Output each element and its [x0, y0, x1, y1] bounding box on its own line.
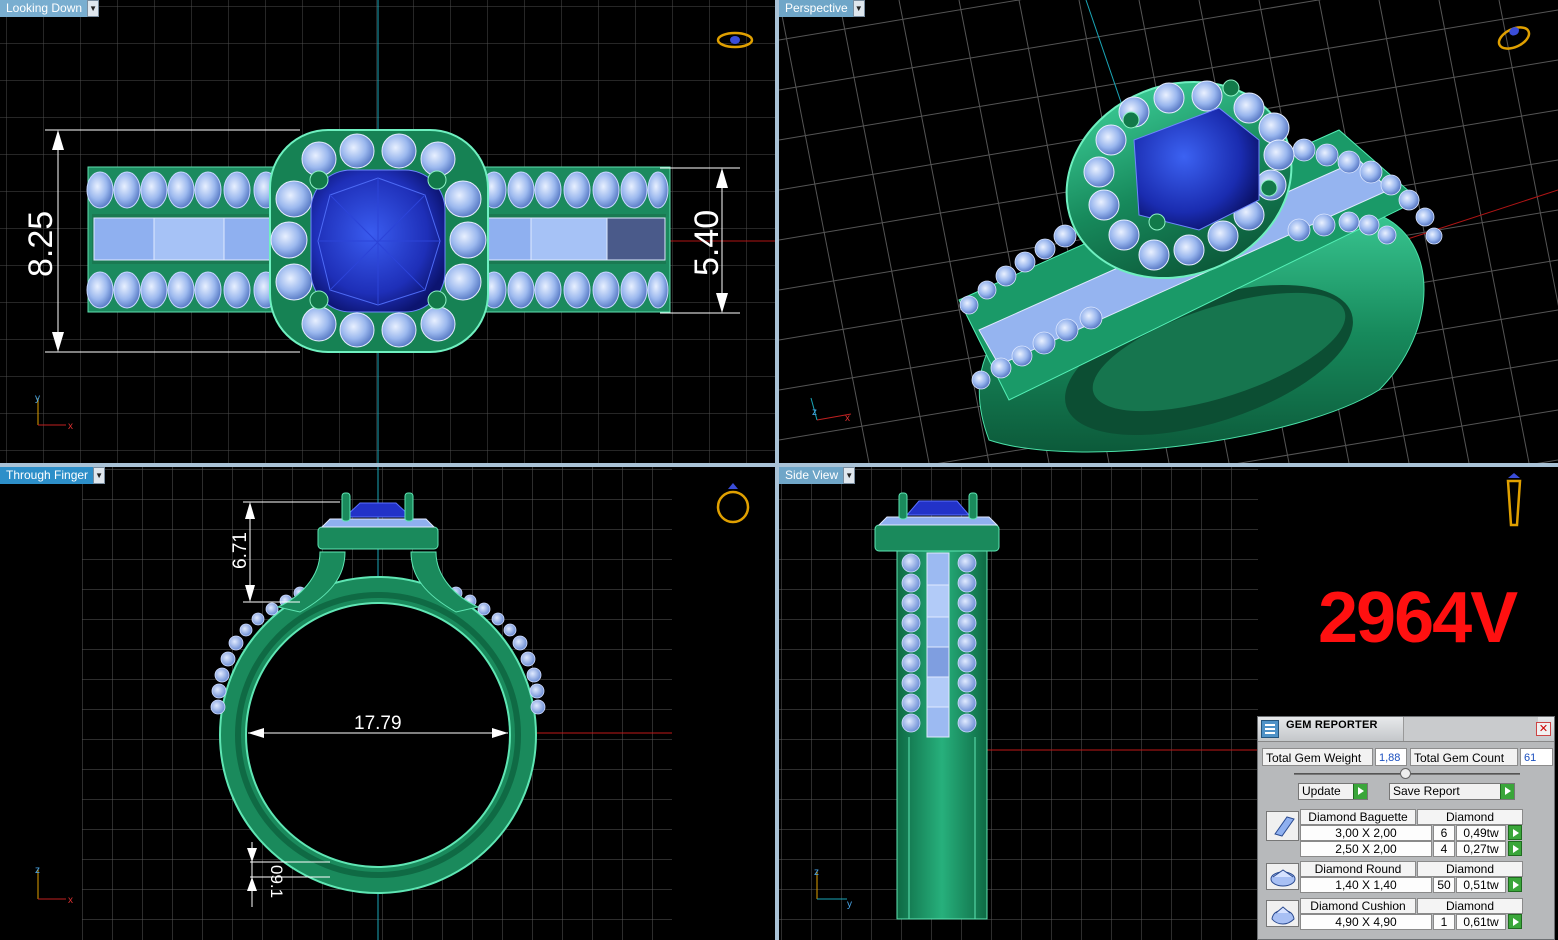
axis-y-label: y	[847, 899, 852, 910]
gem-weight-cell: 0,27tw	[1456, 841, 1506, 857]
play-arrow-icon[interactable]	[1508, 825, 1522, 840]
totals-row: Total Gem Weight 1,88 Total Gem Count 61	[1262, 748, 1554, 766]
gem-list: Diamond Baguette Diamond 3,00 X 2,00 6 0…	[1264, 807, 1552, 934]
axis-z-label: z	[812, 407, 817, 418]
chevron-down-icon[interactable]: ▼	[843, 467, 856, 484]
gem-count-cell: 1	[1433, 914, 1455, 930]
play-arrow-icon	[1500, 784, 1514, 799]
gem-count-cell: 4	[1433, 841, 1455, 857]
play-arrow-icon[interactable]	[1508, 914, 1522, 929]
play-arrow-icon[interactable]	[1508, 841, 1522, 856]
viewport-label: Through Finger	[0, 467, 94, 484]
axis-z-label: z	[35, 865, 40, 876]
viewport-view-selector[interactable]: Through Finger ▼	[0, 467, 106, 484]
axis-x-label: x	[68, 895, 73, 906]
play-arrow-icon	[1353, 784, 1367, 799]
ring-orientation-icon	[1506, 473, 1522, 527]
viewport-label: Side View	[779, 467, 844, 484]
gem-size-cell: 4,90 X 4,90	[1300, 914, 1432, 930]
baguette-gem-icon	[1266, 811, 1299, 841]
gem-count-cell: 50	[1433, 877, 1455, 893]
axis-x-label: x	[845, 413, 850, 424]
viewport-perspective[interactable]: Perspective ▼ z x	[779, 0, 1558, 463]
gem-reporter-title: GEM REPORTER	[1286, 719, 1378, 731]
total-gem-weight-value: 1,88	[1375, 748, 1407, 766]
viewport-view-selector[interactable]: Looking Down ▼	[0, 0, 100, 17]
viewport-label: Looking Down	[0, 0, 88, 17]
ring-orientation-icon	[1497, 26, 1531, 50]
viewport-through-finger[interactable]: Through Finger ▼ 6.71 17.79 09.1 z x	[0, 467, 775, 940]
gem-count-cell: 6	[1433, 825, 1455, 841]
gem-type-label: Diamond Baguette	[1300, 809, 1416, 825]
gem-group-round[interactable]: Diamond Round Diamond 1,40 X 1,40 50 0,5…	[1264, 860, 1552, 896]
chevron-down-icon[interactable]: ▼	[87, 0, 100, 17]
gem-size-cell: 2,50 X 2,00	[1300, 841, 1432, 857]
dimension-height-label: 6.71	[230, 532, 251, 569]
close-icon[interactable]: ✕	[1536, 722, 1551, 736]
perspective-canvas: z x	[779, 0, 1558, 463]
axis-x-label: x	[68, 421, 73, 432]
viewport-view-selector[interactable]: Side View ▼	[779, 467, 856, 484]
weight-slider-handle[interactable]	[1400, 768, 1411, 779]
gem-material-label: Diamond	[1417, 861, 1523, 877]
gem-reporter-icon	[1261, 720, 1279, 738]
total-gem-weight-label: Total Gem Weight	[1262, 748, 1373, 766]
viewport-view-selector[interactable]: Perspective ▼	[779, 0, 865, 17]
chevron-down-icon[interactable]: ▼	[93, 467, 106, 484]
gem-weight-cell: 0,51tw	[1456, 877, 1506, 893]
axis-z-label: z	[814, 867, 819, 878]
looking-down-canvas: 8.25 5.40 y x	[0, 0, 775, 463]
total-gem-count-label: Total Gem Count	[1410, 748, 1518, 766]
gem-weight-cell: 0,61tw	[1456, 914, 1506, 930]
save-report-button-label: Save Report	[1393, 784, 1460, 798]
dimension-inner-label: 5.40	[688, 210, 726, 276]
save-report-button[interactable]: Save Report	[1389, 783, 1515, 800]
gem-group-baguette[interactable]: Diamond Baguette Diamond 3,00 X 2,00 6 0…	[1264, 807, 1552, 859]
model-number: 2964V	[1318, 578, 1518, 658]
gem-material-label: Diamond	[1417, 898, 1523, 914]
cushion-gem-icon	[1266, 900, 1299, 927]
gem-type-label: Diamond Cushion	[1300, 898, 1416, 914]
gem-group-cushion[interactable]: Diamond Cushion Diamond 4,90 X 4,90 1 0,…	[1264, 897, 1552, 933]
viewport-label: Perspective	[779, 0, 853, 17]
ring-orientation-icon	[716, 483, 750, 524]
gem-weight-cell: 0,49tw	[1456, 825, 1506, 841]
update-button-label: Update	[1302, 784, 1341, 798]
dimension-diameter-label: 17.79	[354, 713, 402, 734]
dimension-height-label: 8.25	[22, 211, 60, 277]
gem-size-cell: 1,40 X 1,40	[1300, 877, 1432, 893]
gem-type-label: Diamond Round	[1300, 861, 1416, 877]
gem-reporter-titlebar[interactable]: GEM REPORTER ✕	[1258, 717, 1554, 742]
round-gem-icon	[1266, 863, 1299, 890]
total-gem-count-value: 61	[1520, 748, 1553, 766]
update-button[interactable]: Update	[1298, 783, 1368, 800]
gem-size-cell: 3,00 X 2,00	[1300, 825, 1432, 841]
axis-y-label: y	[35, 393, 40, 404]
titlebar-tab-area	[1403, 717, 1538, 741]
gem-reporter-panel: GEM REPORTER ✕ Total Gem Weight 1,88 Tot…	[1257, 716, 1555, 940]
dimension-thickness-label: 09.1	[267, 865, 286, 898]
through-finger-canvas: 6.71 17.79 09.1 z x	[35, 467, 750, 940]
gem-material-label: Diamond	[1417, 809, 1523, 825]
viewport-looking-down[interactable]: Looking Down ▼ 8.25 5.40 y x	[0, 0, 775, 463]
play-arrow-icon[interactable]	[1508, 877, 1522, 892]
chevron-down-icon[interactable]: ▼	[852, 0, 865, 17]
